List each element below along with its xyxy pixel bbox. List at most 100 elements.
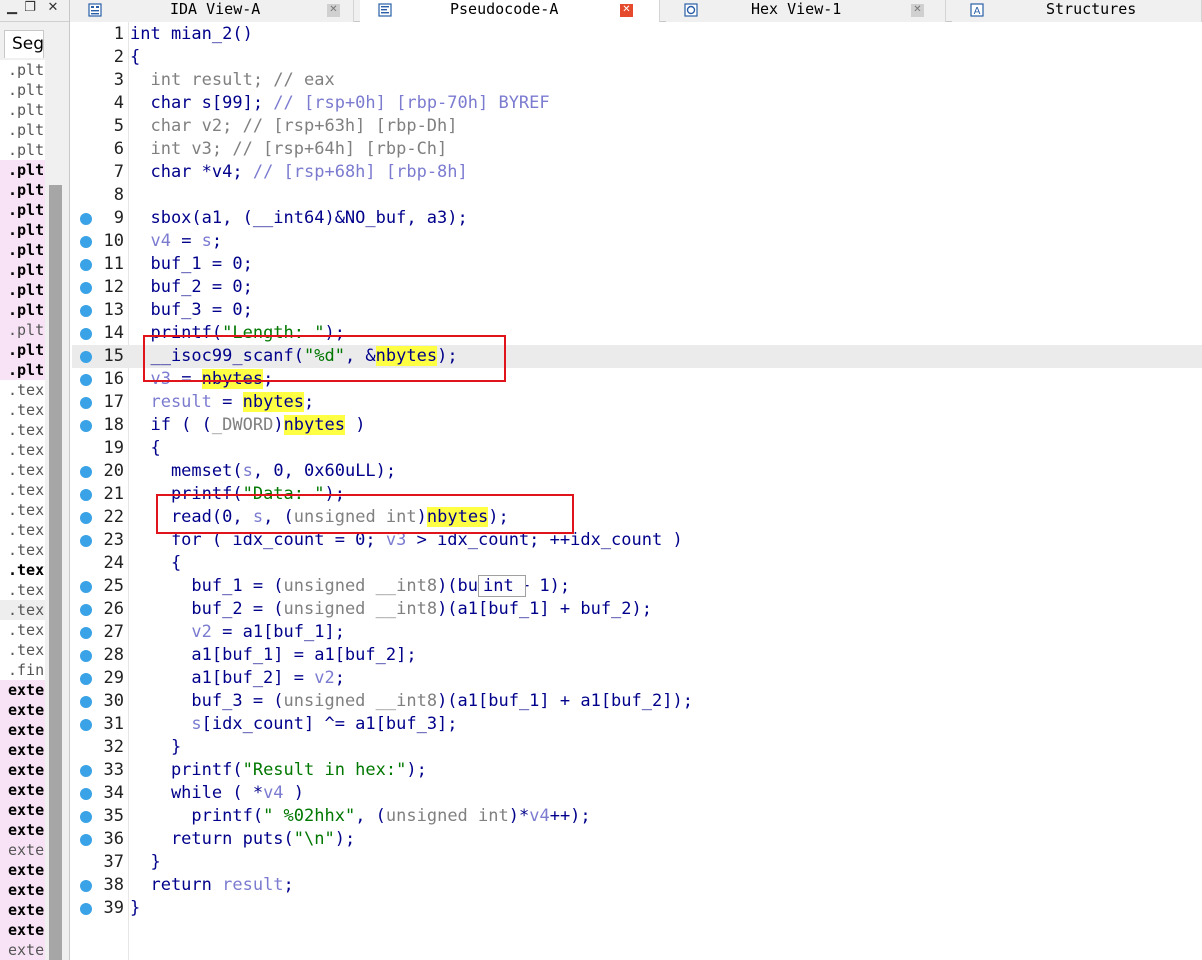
segment-list-item[interactable]: .text: [0, 580, 45, 600]
segment-list-item[interactable]: .plt: [0, 100, 45, 120]
code-token[interactable]: {: [130, 438, 160, 458]
code-text[interactable]: printf("Result in hex:");: [130, 759, 427, 782]
code-token[interactable]: buf_1 = 0;: [130, 254, 252, 274]
code-token[interactable]: v2: [314, 668, 334, 688]
code-token[interactable]: return: [130, 875, 222, 895]
segment-list-item[interactable]: extern: [0, 820, 45, 840]
code-token[interactable]: ): [284, 783, 304, 803]
code-text[interactable]: {: [130, 437, 160, 460]
code-line[interactable]: 3 int result; // eax: [72, 69, 1202, 92]
code-text[interactable]: return puts("\n");: [130, 828, 355, 851]
code-line[interactable]: 30 buf_3 = (unsigned __int8)(a1[buf_1] +…: [72, 690, 1202, 713]
segment-list-item[interactable]: extern: [0, 720, 45, 740]
code-line[interactable]: 17 result = nbytes;: [72, 391, 1202, 414]
close-tab-icon[interactable]: ✕: [620, 4, 633, 17]
tab-pseudocode[interactable]: Pseudocode-A ✕: [360, 0, 660, 23]
code-token[interactable]: {: [130, 47, 140, 67]
minimize-icon[interactable]: ▁: [4, 0, 20, 18]
segments-scroll-thumb[interactable]: [49, 185, 62, 960]
code-line[interactable]: 20 memset(s, 0, 0x60uLL);: [72, 460, 1202, 483]
code-line[interactable]: 5 char v2; // [rsp+63h] [rbp-Dh]: [72, 115, 1202, 138]
segment-list-item[interactable]: extern: [0, 680, 45, 700]
code-token[interactable]: int v3; // [rsp+64h] [rbp-Ch]: [130, 139, 447, 159]
segment-list-item[interactable]: extern: [0, 760, 45, 780]
segment-list-item[interactable]: .text: [0, 500, 45, 520]
code-token[interactable]: ): [273, 415, 283, 435]
code-token[interactable]: result: [130, 392, 211, 412]
code-token[interactable]: unsigned int: [386, 806, 509, 826]
code-line[interactable]: 32 }: [72, 736, 1202, 759]
code-line[interactable]: 12 buf_2 = 0;: [72, 276, 1202, 299]
code-line[interactable]: 19 {: [72, 437, 1202, 460]
code-token[interactable]: ;: [284, 875, 294, 895]
segment-list-item[interactable]: .plt: [0, 120, 45, 140]
code-text[interactable]: buf_2 = 0;: [130, 276, 252, 299]
segment-list-item[interactable]: .plt: [0, 60, 45, 80]
code-line[interactable]: 37 }: [72, 851, 1202, 874]
code-text[interactable]: char s[99]; // [rsp+0h] [rbp-70h] BYREF: [130, 92, 549, 115]
code-token[interactable]: if ( (: [130, 415, 211, 435]
segment-list-item[interactable]: .plt: [0, 80, 45, 100]
code-line[interactable]: 36 return puts("\n");: [72, 828, 1202, 851]
code-token[interactable]: return puts(: [130, 829, 294, 849]
code-text[interactable]: buf_3 = 0;: [130, 299, 252, 322]
code-token[interactable]: unsigned __int8: [284, 599, 438, 619]
code-text[interactable]: a1[buf_2] = v2;: [130, 667, 345, 690]
segment-list-item[interactable]: extern: [0, 920, 45, 940]
segment-list-item[interactable]: .text: [0, 400, 45, 420]
code-token[interactable]: printf(: [130, 806, 263, 826]
code-text[interactable]: int v3; // [rsp+64h] [rbp-Ch]: [130, 138, 447, 161]
segment-list-item[interactable]: .text: [0, 460, 45, 480]
code-token[interactable]: buf_1 = (: [130, 576, 283, 596]
code-line[interactable]: 18 if ( (_DWORD)nbytes ): [72, 414, 1202, 437]
code-line[interactable]: 39}: [72, 897, 1202, 920]
code-token[interactable]: s: [130, 714, 201, 734]
code-token[interactable]: buf_2 = 0;: [130, 277, 252, 297]
pseudocode-pane[interactable]: 1 int mian_2() 2{3 int result; // eax 4 cha…: [72, 22, 1202, 960]
segment-list-item[interactable]: .fini: [0, 660, 45, 680]
code-token[interactable]: s: [202, 231, 212, 251]
code-token[interactable]: int result; // eax: [130, 70, 334, 90]
code-token[interactable]: );: [406, 760, 426, 780]
code-text[interactable]: }: [130, 897, 140, 920]
code-line[interactable]: 25 buf_1 = (unsigned __int8)(buf_1 + 1);: [72, 575, 1202, 598]
segment-list-item[interactable]: extern: [0, 740, 45, 760]
code-text[interactable]: s[idx_count] ^= a1[buf_3];: [130, 713, 457, 736]
code-text[interactable]: buf_3 = (unsigned __int8)(a1[buf_1] + a1…: [130, 690, 693, 713]
segment-list-item[interactable]: .text: [0, 420, 45, 440]
code-text[interactable]: buf_1 = 0;: [130, 253, 252, 276]
code-token[interactable]: )(a1[buf_1] + a1[buf_2]);: [437, 691, 693, 711]
code-token[interactable]: ++);: [550, 806, 591, 826]
segments-scrollbar[interactable]: [46, 60, 66, 960]
code-text[interactable]: v2 = a1[buf_1];: [130, 621, 345, 644]
code-token[interactable]: v4: [130, 231, 170, 251]
code-line[interactable]: 4 char s[99]; // [rsp+0h] [rbp-70h] BYRE…: [72, 92, 1202, 115]
code-line[interactable]: 9 sbox(a1, (__int64)&NO_buf, a3);: [72, 207, 1202, 230]
code-token[interactable]: // [rsp+0h] [rbp-70h] BYREF: [273, 93, 549, 113]
code-line[interactable]: 1 int mian_2(): [72, 23, 1202, 46]
segment-list-item[interactable]: .text: [0, 560, 45, 580]
code-token[interactable]: unsigned __int8: [284, 576, 438, 596]
code-text[interactable]: printf(" %02hhx", (unsigned int)*v4++);: [130, 805, 591, 828]
code-token[interactable]: "\n": [294, 829, 335, 849]
segment-list-item[interactable]: extern: [0, 900, 45, 920]
code-text[interactable]: }: [130, 851, 160, 874]
code-token[interactable]: " %02hhx": [263, 806, 355, 826]
code-line[interactable]: 29 a1[buf_2] = v2;: [72, 667, 1202, 690]
segment-list-item[interactable]: .text: [0, 520, 45, 540]
code-line[interactable]: 10 v4 = s;: [72, 230, 1202, 253]
segment-list-item[interactable]: .plt: [0, 240, 45, 260]
code-token[interactable]: ;: [304, 392, 314, 412]
close-tab-icon[interactable]: ✕: [911, 4, 924, 17]
tab-hex-view[interactable]: Hex View-1 ✕: [666, 0, 946, 22]
segment-list-item[interactable]: .plt: [0, 360, 45, 380]
code-line[interactable]: 6 int v3; // [rsp+64h] [rbp-Ch]: [72, 138, 1202, 161]
highlighted-identifier[interactable]: nbytes: [283, 415, 345, 435]
code-text[interactable]: if ( (_DWORD)nbytes ): [130, 414, 365, 437]
segment-list-item[interactable]: .plt: [0, 280, 45, 300]
code-token[interactable]: buf_3 = (: [130, 691, 283, 711]
code-line[interactable]: 7 char *v4; // [rsp+68h] [rbp-8h]: [72, 161, 1202, 184]
code-text[interactable]: buf_2 = (unsigned __int8)(a1[buf_1] + bu…: [130, 598, 652, 621]
code-token[interactable]: =: [171, 231, 202, 251]
segment-list-item[interactable]: .plt: [0, 340, 45, 360]
